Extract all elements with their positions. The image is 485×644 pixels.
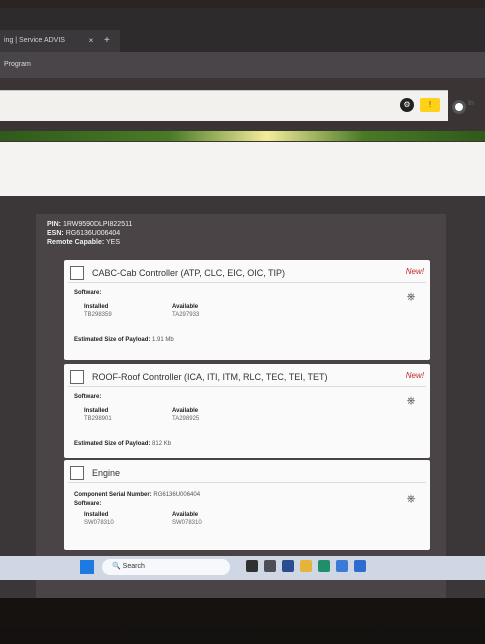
installed-value: SW078310 <box>84 520 114 526</box>
vehicle-info: PIN: 1RW9590DLPI822511 ESN: RG6136U00640… <box>47 220 132 247</box>
header-band <box>0 142 485 196</box>
available-label: Available <box>172 408 199 414</box>
taskbar-app-icon[interactable] <box>318 560 330 572</box>
new-badge: New! <box>405 267 424 276</box>
payload-label: Estimated Size of Payload: <box>74 441 151 447</box>
engine-title: Engine <box>92 468 121 478</box>
controller-title: CABC-Cab Controller (ATP, CLC, EIC, OIC,… <box>92 268 286 278</box>
installed-label: Installed <box>84 512 109 518</box>
divider <box>68 386 426 387</box>
address-bar[interactable] <box>0 90 448 121</box>
payload-size: Estimated Size of Payload: 812 Kb <box>74 441 171 447</box>
screen: ing | Service ADVIS × + Program ⚙ ! In P… <box>0 8 485 598</box>
available-value: SW078310 <box>172 520 202 526</box>
new-badge: New! <box>405 371 424 380</box>
available-label: Available <box>172 512 199 518</box>
controller-card-cabc[interactable]: CABC-Cab Controller (ATP, CLC, EIC, OIC,… <box>64 260 430 360</box>
taskbar-app-icon[interactable] <box>354 560 366 572</box>
settings-icon[interactable]: ⚙ <box>400 98 414 112</box>
payload-size: Estimated Size of Payload: 1.91 Mb <box>74 337 174 343</box>
installed-label: Installed <box>84 408 109 414</box>
available-value: TA298925 <box>172 416 200 422</box>
payload-value: 812 Kb <box>152 441 172 447</box>
payload-value: 1.91 Mb <box>152 337 174 343</box>
taskbar-app-icon[interactable] <box>336 560 348 572</box>
divider <box>68 282 426 283</box>
select-checkbox[interactable] <box>70 466 84 480</box>
remote-label: Remote Capable: <box>47 239 105 246</box>
divider <box>68 482 426 483</box>
controller-card-roof[interactable]: ROOF-Roof Controller (ICA, ITI, ITM, RLC… <box>64 364 430 458</box>
new-tab-button[interactable]: + <box>104 30 110 52</box>
serial-value: RG6136U006404 <box>153 492 201 498</box>
payload-label: Estimated Size of Payload: <box>74 337 151 343</box>
remote-value: YES <box>106 239 121 246</box>
select-checkbox[interactable] <box>70 266 84 280</box>
close-icon[interactable]: × <box>86 30 96 52</box>
menu-label: Program <box>4 61 31 68</box>
available-value: TA297933 <box>172 312 200 318</box>
search-label: Search <box>122 563 145 570</box>
tab-title: ing | Service ADVIS <box>4 37 65 44</box>
software-label: Software: <box>74 501 102 507</box>
controller-title: ROOF-Roof Controller (ICA, ITI, ITM, RLC… <box>92 372 328 382</box>
taskbar <box>0 556 485 580</box>
esn-value: RG6136U006404 <box>65 230 121 237</box>
select-checkbox[interactable] <box>70 370 84 384</box>
satellite-icon: ⎈ <box>406 493 416 505</box>
installed-value: TB298901 <box>84 416 112 422</box>
profile-icon[interactable] <box>452 100 466 114</box>
satellite-icon: ⎈ <box>406 395 416 407</box>
taskbar-app-icon[interactable] <box>300 560 312 572</box>
program-menu[interactable]: Program <box>0 52 485 78</box>
search-icon: 🔍 <box>112 563 121 570</box>
engine-serial: Component Serial Number: RG6136U006404 <box>74 492 200 498</box>
software-label: Software: <box>74 394 102 400</box>
serial-label: Component Serial Number: <box>74 492 152 498</box>
esn-label: ESN: <box>47 230 64 237</box>
installed-label: Installed <box>84 304 109 310</box>
software-label: Software: <box>74 290 102 296</box>
brand-stripe <box>0 131 485 141</box>
taskbar-app-icon[interactable] <box>246 560 258 572</box>
start-icon[interactable] <box>80 560 94 574</box>
taskbar-search[interactable]: 🔍 Search <box>102 559 230 575</box>
address-side-label: In <box>468 100 474 107</box>
available-label: Available <box>172 304 199 310</box>
pin-value: 1RW9590DLPI822511 <box>62 221 133 228</box>
satellite-icon: ⎈ <box>406 291 416 303</box>
browser-tab[interactable]: ing | Service ADVIS × + <box>0 30 120 52</box>
pin-label: PIN: <box>47 221 61 228</box>
taskbar-app-icon[interactable] <box>264 560 276 572</box>
warning-icon[interactable]: ! <box>420 98 440 112</box>
card-header: Engine <box>70 466 120 480</box>
controller-card-engine[interactable]: Engine Component Serial Number: RG6136U0… <box>64 460 430 550</box>
card-header: ROOF-Roof Controller (ICA, ITI, ITM, RLC… <box>70 370 328 384</box>
browser-tab-bar: ing | Service ADVIS × + <box>0 8 485 52</box>
taskbar-app-icon[interactable] <box>282 560 294 572</box>
card-header: CABC-Cab Controller (ATP, CLC, EIC, OIC,… <box>70 266 285 280</box>
installed-value: TB298359 <box>84 312 112 318</box>
